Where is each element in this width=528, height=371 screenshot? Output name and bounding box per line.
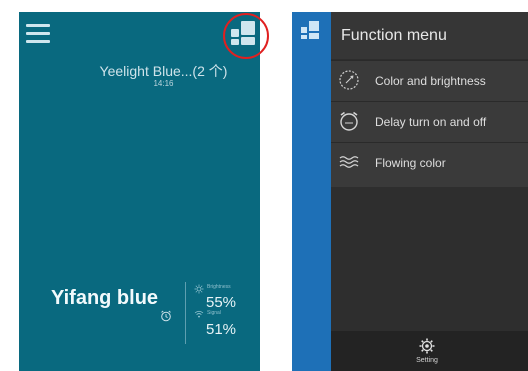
menu-header: Function menu bbox=[331, 12, 528, 59]
signal-value: 51% bbox=[206, 321, 237, 338]
menu-item-label: Flowing color bbox=[375, 156, 446, 170]
menu-item-label: Delay turn on and off bbox=[375, 115, 487, 129]
menu-empty-area bbox=[331, 187, 528, 331]
brightness-value: 55% bbox=[206, 294, 237, 311]
device-group-title: Yeelight Blue...(2 个) bbox=[99, 63, 228, 79]
highlight-circle bbox=[223, 13, 269, 59]
menu-item-flowing-color[interactable]: Flowing color bbox=[331, 142, 528, 187]
clock-time: 14:16 bbox=[153, 79, 174, 88]
alarm-icon[interactable] bbox=[160, 310, 172, 322]
waves-icon bbox=[339, 156, 359, 168]
stats-divider bbox=[185, 282, 186, 344]
gear-icon bbox=[419, 338, 435, 354]
menu-item-color-brightness[interactable]: Color and brightness bbox=[331, 60, 528, 101]
menu-item-delay-on-off[interactable]: Delay turn on and off bbox=[331, 101, 528, 142]
setting-button[interactable]: Setting bbox=[331, 331, 528, 371]
signal-label: Signal bbox=[207, 310, 221, 316]
sidebar-strip bbox=[292, 12, 331, 371]
alarm-clock-icon bbox=[340, 111, 358, 131]
brightness-icon bbox=[194, 284, 204, 294]
device-screen: Yeelight Blue...(2 个) 14:16 Yifang blue … bbox=[19, 12, 269, 371]
setting-label: Setting bbox=[416, 357, 438, 364]
brightness-label: Brightness bbox=[207, 284, 231, 290]
menu-item-label: Color and brightness bbox=[375, 74, 486, 88]
color-wheel-icon bbox=[339, 70, 359, 90]
menu-title: Function menu bbox=[341, 27, 447, 44]
menu-icon[interactable] bbox=[26, 24, 50, 44]
function-menu-screen: Function menu Color and brightness Delay… bbox=[292, 12, 528, 371]
wifi-signal-icon bbox=[194, 310, 204, 318]
device-name: Yifang blue bbox=[51, 287, 159, 309]
function-grid-icon[interactable] bbox=[301, 21, 319, 39]
